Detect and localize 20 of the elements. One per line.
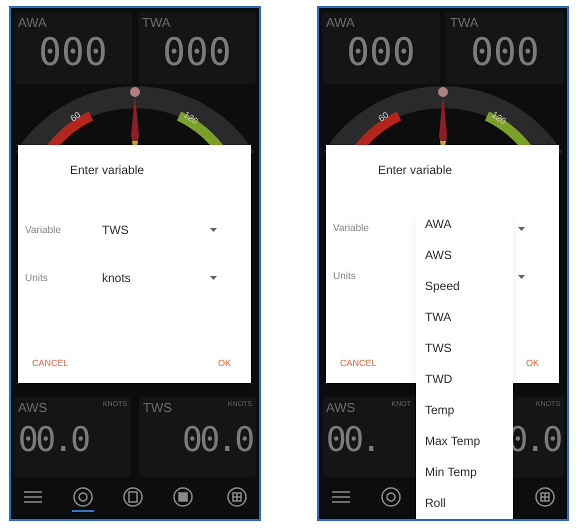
tile-value: 000 — [470, 33, 540, 71]
tile-label: TWA — [450, 16, 480, 29]
tile-label: TWA — [142, 16, 172, 29]
tile-value: 00.0 — [182, 423, 252, 457]
tile-label: AWS — [18, 401, 48, 414]
field-label: Variable — [25, 224, 62, 238]
tile-value: 000 — [38, 33, 108, 71]
field-label: Variable — [333, 222, 370, 236]
tile-label: AWA — [18, 16, 48, 29]
tile-value: 00. — [326, 423, 378, 457]
tile-value: 00.0 — [18, 423, 88, 457]
tile-label: TWS — [143, 401, 172, 414]
dialog-title: Enter variable — [378, 162, 452, 179]
tile-label: AWA — [326, 16, 356, 29]
dialog-title: Enter variable — [70, 162, 144, 179]
tile-value: 000 — [162, 33, 232, 71]
tile-label: AWS — [326, 401, 356, 414]
field-label: Units — [25, 272, 49, 286]
tile-value: 000 — [346, 33, 416, 71]
field-label: Units — [333, 270, 357, 284]
